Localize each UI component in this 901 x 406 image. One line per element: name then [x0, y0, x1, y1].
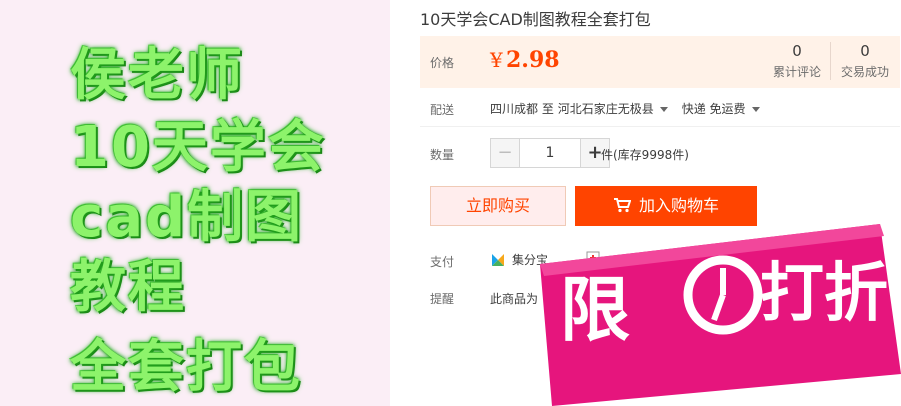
shipping-destination: 河北石家庄无极县 — [557, 102, 654, 116]
quantity-label: 数量 — [430, 148, 455, 162]
stock-info: 件(库存9998件) — [601, 148, 689, 162]
price-panel: 价格 ¥ 2.98 0 累计评论 0 交易成功 — [420, 36, 900, 88]
sticker-text-limit: 限 — [560, 269, 630, 351]
product-main-image[interactable]: 侯老师 10天学会 cad制图 教程 全套打包 — [0, 0, 404, 406]
sales-count-label: 交易成功 — [840, 65, 889, 79]
shipping-destination-select[interactable]: 河北石家庄无极县 — [558, 102, 682, 116]
sales-count: 0 — [860, 42, 870, 60]
chevron-down-icon — [751, 106, 760, 112]
chevron-down-icon — [659, 106, 668, 112]
review-count-label: 累计评论 — [772, 65, 821, 79]
payment-label: 支付 — [430, 255, 455, 269]
promo-line-2: 10天学会 — [70, 115, 326, 180]
add-to-cart-button[interactable]: 加入购物车 — [575, 186, 757, 226]
quantity-input[interactable]: 1 — [520, 139, 580, 167]
shipping-method: 快递 免运费 — [681, 102, 746, 116]
notice-label: 提醒 — [430, 292, 455, 306]
review-count-stat[interactable]: 0 累计评论 — [764, 42, 831, 80]
promo-line-4: 教程 — [70, 255, 186, 320]
clock-icon — [683, 255, 763, 335]
promo-line-5: 全套打包 — [70, 335, 302, 400]
cart-icon — [613, 198, 631, 213]
shipping-method-select[interactable]: 快递 免运费 — [682, 102, 774, 116]
add-to-cart-label: 加入购物车 — [638, 196, 719, 215]
buy-now-button[interactable]: 立即购买 — [430, 186, 566, 226]
promo-line-3: cad制图 — [70, 185, 304, 250]
sales-count-stat: 0 交易成功 — [832, 42, 898, 80]
shipping-row: 四川成都 至 河北石家庄无极县 快递 免运费 — [490, 100, 774, 117]
quantity-decrease-button[interactable]: − — [491, 139, 520, 167]
notice-text: 此商品为 — [490, 292, 539, 306]
divider — [420, 126, 900, 127]
shipping-origin: 四川成都 — [490, 102, 539, 116]
image-edge — [390, 0, 404, 406]
quantity-stepper: − 1 + — [490, 138, 610, 168]
currency-symbol: ¥ — [490, 48, 503, 72]
shipping-to: 至 — [541, 102, 554, 116]
shipping-label: 配送 — [430, 103, 455, 117]
price-value: 2.98 — [506, 47, 560, 73]
price-label: 价格 — [430, 56, 455, 70]
promo-line-1: 侯老师 — [70, 43, 244, 108]
jifenbao-icon — [492, 253, 504, 266]
product-title: 10天学会CAD制图教程全套打包 — [420, 10, 651, 29]
review-count: 0 — [792, 42, 802, 60]
sticker-text-discount: 打折 — [760, 257, 888, 331]
discount-sticker: 限 打折 — [540, 224, 901, 406]
